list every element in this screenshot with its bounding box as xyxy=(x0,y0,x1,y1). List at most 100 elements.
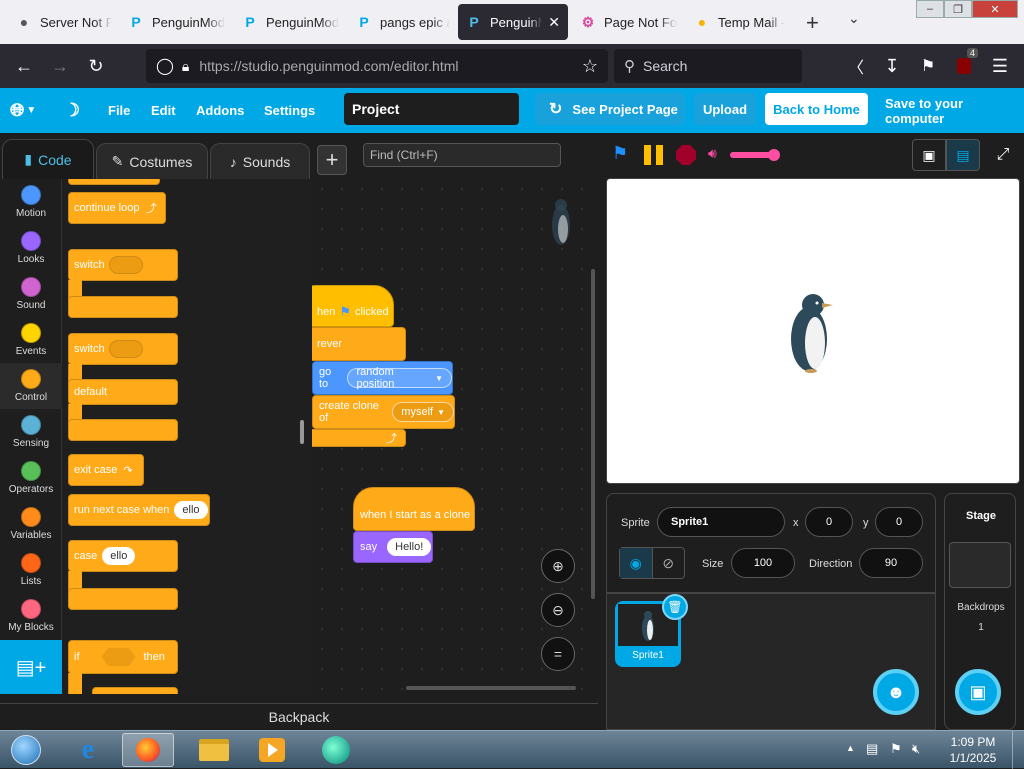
close-icon[interactable]: ✕ xyxy=(548,14,560,31)
category-control[interactable]: Control xyxy=(0,363,62,409)
category-lists[interactable]: Lists xyxy=(0,553,62,587)
zoom-out-button[interactable]: ⊖ xyxy=(541,593,575,627)
zoom-reset-button[interactable]: = xyxy=(541,637,575,671)
boolean-slot[interactable] xyxy=(101,648,136,666)
size-input[interactable]: 100 xyxy=(731,548,795,578)
category-events[interactable]: Events xyxy=(0,323,62,357)
theme-moon-icon[interactable]: ☽ xyxy=(64,88,80,133)
media-player-icon[interactable] xyxy=(246,733,298,767)
forward-icon[interactable]: → xyxy=(48,54,72,78)
lock-icon[interactable]: 🔒︎ xyxy=(182,58,189,75)
palette-block-switch-end[interactable] xyxy=(68,296,178,318)
clock[interactable]: 1:09 PM 1/1/2025 xyxy=(940,734,1006,766)
script-workspace[interactable]: hen ⚑ clicked rever go to random positio… xyxy=(312,179,598,694)
new-tab-icon[interactable]: + xyxy=(806,10,819,36)
network-icon[interactable]: ▤ xyxy=(866,741,878,757)
bookmark-star-icon[interactable]: ☆ xyxy=(582,56,598,77)
shield-icon[interactable]: ◯ xyxy=(156,56,174,76)
go-to-dropdown[interactable]: random position ▼ xyxy=(347,366,452,390)
search-bar[interactable]: ⚲ Search xyxy=(614,49,802,83)
palette-block-default[interactable]: default xyxy=(68,379,178,405)
palette-block-continue-loop[interactable]: continue loop ⤴ xyxy=(68,192,166,224)
ublock-icon[interactable]: 4 xyxy=(952,48,978,78)
see-project-page-button[interactable]: ↻ See Project Page xyxy=(535,93,685,125)
sprite-tile-selected[interactable]: Sprite1 🗑︎ xyxy=(615,594,688,667)
browser-tab-active[interactable]: P PenguinMo ✕ xyxy=(458,4,568,40)
palette-scrollbar[interactable] xyxy=(300,420,304,444)
category-operators[interactable]: Operators xyxy=(0,461,62,495)
palette-block-switch-end[interactable] xyxy=(68,419,178,441)
palette-block-switch-default[interactable]: switch xyxy=(68,333,178,365)
list-tabs-icon[interactable]: ⌄ xyxy=(848,10,860,27)
close-window-icon[interactable]: ✕ xyxy=(972,0,1018,18)
maximize-icon[interactable]: ❐ xyxy=(944,0,972,18)
normal-stage-button[interactable]: ▤ xyxy=(946,139,980,171)
palette-block-partial[interactable] xyxy=(92,687,178,694)
stage-target-panel[interactable]: Stage Backdrops 1 ▣ xyxy=(944,493,1016,730)
delete-sprite-button[interactable]: 🗑︎ xyxy=(662,594,688,620)
settings-menu[interactable]: Settings xyxy=(264,88,315,133)
direction-input[interactable]: 90 xyxy=(859,548,923,578)
add-extension-tab-button[interactable]: + xyxy=(317,145,347,175)
downloads-icon[interactable]: ↧ xyxy=(880,54,904,78)
minimize-icon[interactable]: – xyxy=(916,0,944,18)
palette-block-case[interactable]: case ello xyxy=(68,540,178,572)
project-title-input[interactable]: Project xyxy=(344,93,519,125)
script-block-forever[interactable]: rever xyxy=(312,327,406,361)
browser-tab[interactable]: P PenguinMod xyxy=(120,4,234,40)
browser-tab[interactable]: ⚙ Page Not Fo xyxy=(572,4,686,40)
hide-eye-icon[interactable]: ⊘ xyxy=(651,548,685,578)
volume-muted-icon[interactable]: 🔇︎ xyxy=(912,741,920,757)
block-input-slot[interactable] xyxy=(108,340,143,358)
choose-backdrop-button[interactable]: ▣ xyxy=(955,669,1001,715)
script-hat-when-flag-clicked[interactable]: hen ⚑ clicked xyxy=(312,285,394,327)
category-sound[interactable]: Sound xyxy=(0,277,62,311)
edit-menu[interactable]: Edit xyxy=(151,88,176,133)
browser-tab[interactable]: P PenguinMod xyxy=(234,4,348,40)
zoom-in-button[interactable]: ⊕ xyxy=(541,549,575,583)
internet-explorer-icon[interactable]: e xyxy=(62,733,114,767)
show-desktop-button[interactable] xyxy=(1012,731,1024,769)
tab-code[interactable]: ▮ Code xyxy=(2,139,94,179)
tab-costumes[interactable]: ✎ Costumes xyxy=(96,143,208,179)
pause-icon[interactable] xyxy=(644,145,664,165)
show-hidden-icons[interactable]: ▲ xyxy=(846,743,855,753)
palette-block-exit-case[interactable]: exit case ↷ xyxy=(68,454,144,486)
start-button[interactable] xyxy=(0,733,52,767)
address-bar[interactable]: ◯ 🔒︎ https://studio.penguinmod.com/edito… xyxy=(146,49,608,83)
save-to-computer-button[interactable]: Save to your computer xyxy=(885,88,1024,133)
browser-tab[interactable]: P pangs epic a xyxy=(348,4,458,40)
addons-menu[interactable]: Addons xyxy=(196,88,244,133)
script-hat-when-i-start-as-clone[interactable]: when I start as a clone xyxy=(353,487,475,531)
palette-block-switch[interactable]: switch xyxy=(68,249,178,281)
browser-tab[interactable]: ● Temp Mail - xyxy=(686,4,796,40)
penguin-sprite[interactable] xyxy=(787,291,837,373)
green-flag-icon[interactable]: ⚑ xyxy=(612,143,628,164)
palette-block-case-end[interactable] xyxy=(68,588,178,610)
find-input[interactable]: Find (Ctrl+F) xyxy=(363,143,561,167)
choose-sprite-button[interactable]: ☻ xyxy=(873,669,919,715)
category-variables[interactable]: Variables xyxy=(0,507,62,541)
script-block-say[interactable]: say Hello! xyxy=(353,531,433,563)
stop-icon[interactable] xyxy=(676,145,696,165)
file-menu[interactable]: File xyxy=(108,88,130,133)
palette-block-top[interactable] xyxy=(68,179,160,185)
block-text-input[interactable]: ello xyxy=(174,501,208,519)
extensions-icon[interactable]: ⚑ xyxy=(916,54,940,78)
volume-slider-knob[interactable] xyxy=(768,149,780,161)
script-block-forever-end[interactable]: ⤴ xyxy=(312,429,406,447)
volume-slider[interactable] xyxy=(730,149,780,161)
palette-block-if-then[interactable]: if then xyxy=(68,640,178,674)
script-block-create-clone[interactable]: create clone of myself ▼ xyxy=(312,395,455,429)
add-extension-button[interactable]: ▤+ xyxy=(0,640,62,694)
language-globe-icon[interactable]: 🌐︎ ▼ xyxy=(10,88,36,133)
volume-icon[interactable]: 🔊︎ xyxy=(708,145,717,162)
file-explorer-icon[interactable] xyxy=(188,733,240,767)
firefox-icon[interactable] xyxy=(122,733,174,767)
horizontal-scrollbar[interactable] xyxy=(406,686,576,690)
backpack-panel[interactable]: Backpack xyxy=(0,703,598,730)
action-center-flag-icon[interactable]: ⚑ xyxy=(890,741,902,757)
fullscreen-button[interactable]: ⤢ xyxy=(986,139,1020,171)
category-my-blocks[interactable]: My Blocks xyxy=(0,599,62,633)
back-to-home-button[interactable]: Back to Home xyxy=(765,93,868,125)
